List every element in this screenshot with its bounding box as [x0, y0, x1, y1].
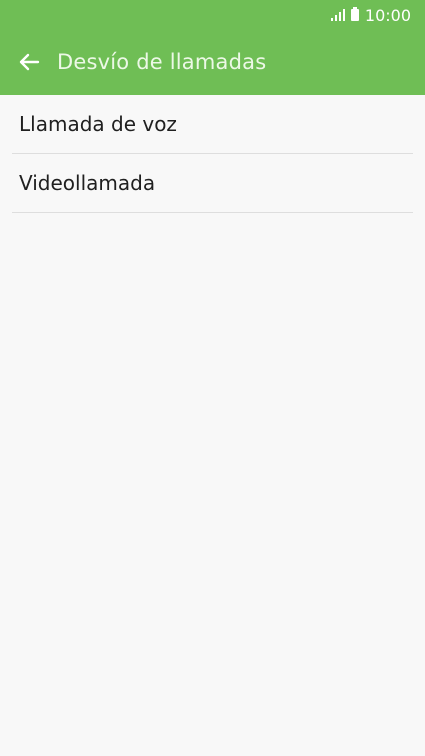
status-time: 10:00: [364, 5, 411, 25]
settings-list: Llamada de voz Videollamada: [0, 95, 425, 213]
back-arrow-icon[interactable]: [18, 51, 40, 73]
page-title: Desvío de llamadas: [57, 50, 267, 74]
status-icons: 10:00: [330, 5, 411, 25]
list-item-videollamada[interactable]: Videollamada: [12, 154, 413, 213]
status-bar: 10:00: [0, 0, 425, 29]
list-item-label: Llamada de voz: [19, 112, 177, 136]
list-item-llamada-de-voz[interactable]: Llamada de voz: [12, 95, 413, 154]
battery-icon: [350, 7, 359, 21]
list-item-label: Videollamada: [19, 171, 156, 195]
signal-icon: [330, 9, 345, 21]
app-bar: Desvío de llamadas: [0, 29, 425, 95]
